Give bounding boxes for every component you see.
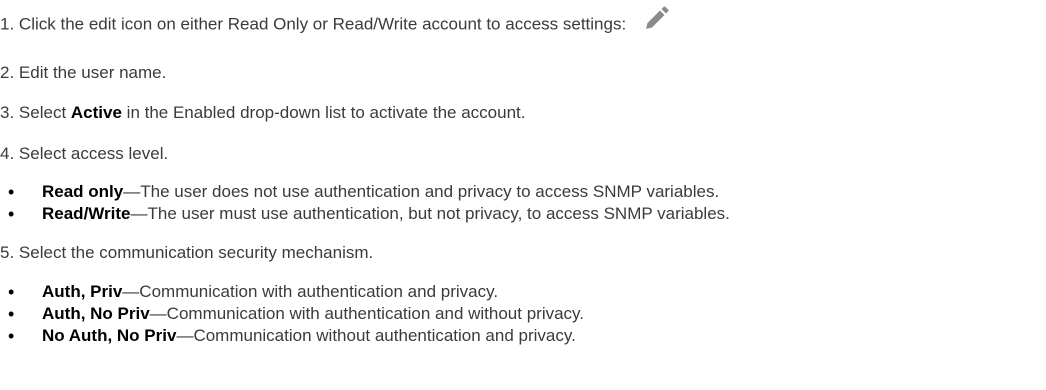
step-text: Click the edit icon on either Read Only … [18,14,627,34]
step-4: 4. Select access level. [0,143,168,165]
step-3: 3. Select Active in the Enabled drop-dow… [0,102,525,124]
bullet-text: —Communication without authentication an… [176,326,576,345]
step-number: 5. [0,243,15,262]
bullet-term: No Auth, No Priv [42,326,177,345]
bullet-text: —Communication with authentication and w… [149,304,585,323]
bullet-term: Read only [42,182,124,201]
step-text: Select access level. [18,144,169,163]
bullet-dot: • [8,204,15,224]
bullet-dot: • [8,182,15,202]
bullet-term: Read/Write [42,204,131,223]
step-number: 3. [0,103,15,122]
bullet-dot: • [8,326,15,346]
bullet-dot: • [8,282,15,302]
bullet-term: Auth, Priv [42,282,123,301]
active-option-label: Active [70,103,122,122]
step-number: 4. [0,144,15,163]
step-2: 2. Edit the user name. [0,62,166,84]
bullet-no-auth-no-priv: • No Auth, No Priv—Communication without… [8,325,576,347]
bullet-term: Auth, No Priv [42,304,150,323]
bullet-text: —The user must use authentication, but n… [130,204,730,223]
step-text-prefix: Select [18,103,71,122]
bullet-dot: • [8,304,15,324]
step-text: Select the communication security mechan… [18,243,374,262]
step-number: 2. [0,63,15,82]
step-1: 1. Click the edit icon on either Read On… [0,6,669,38]
bullet-text: —The user does not use authentication an… [123,182,720,201]
bullet-read-only: • Read only—The user does not use authen… [8,181,720,203]
bullet-text: —Communication with authentication and p… [122,282,499,301]
step-text: Edit the user name. [18,63,167,82]
step-5: 5. Select the communication security mec… [0,242,373,264]
pencil-icon [643,6,669,32]
step-number: 1. [0,14,15,34]
bullet-read-write: • Read/Write—The user must use authentic… [8,203,730,225]
instruction-document: 1. Click the edit icon on either Read On… [0,0,1046,390]
bullet-auth-no-priv: • Auth, No Priv—Communication with authe… [8,303,585,325]
bullet-auth-priv: • Auth, Priv—Communication with authenti… [8,281,499,303]
step-text-suffix: in the Enabled drop-down list to activat… [121,103,526,122]
